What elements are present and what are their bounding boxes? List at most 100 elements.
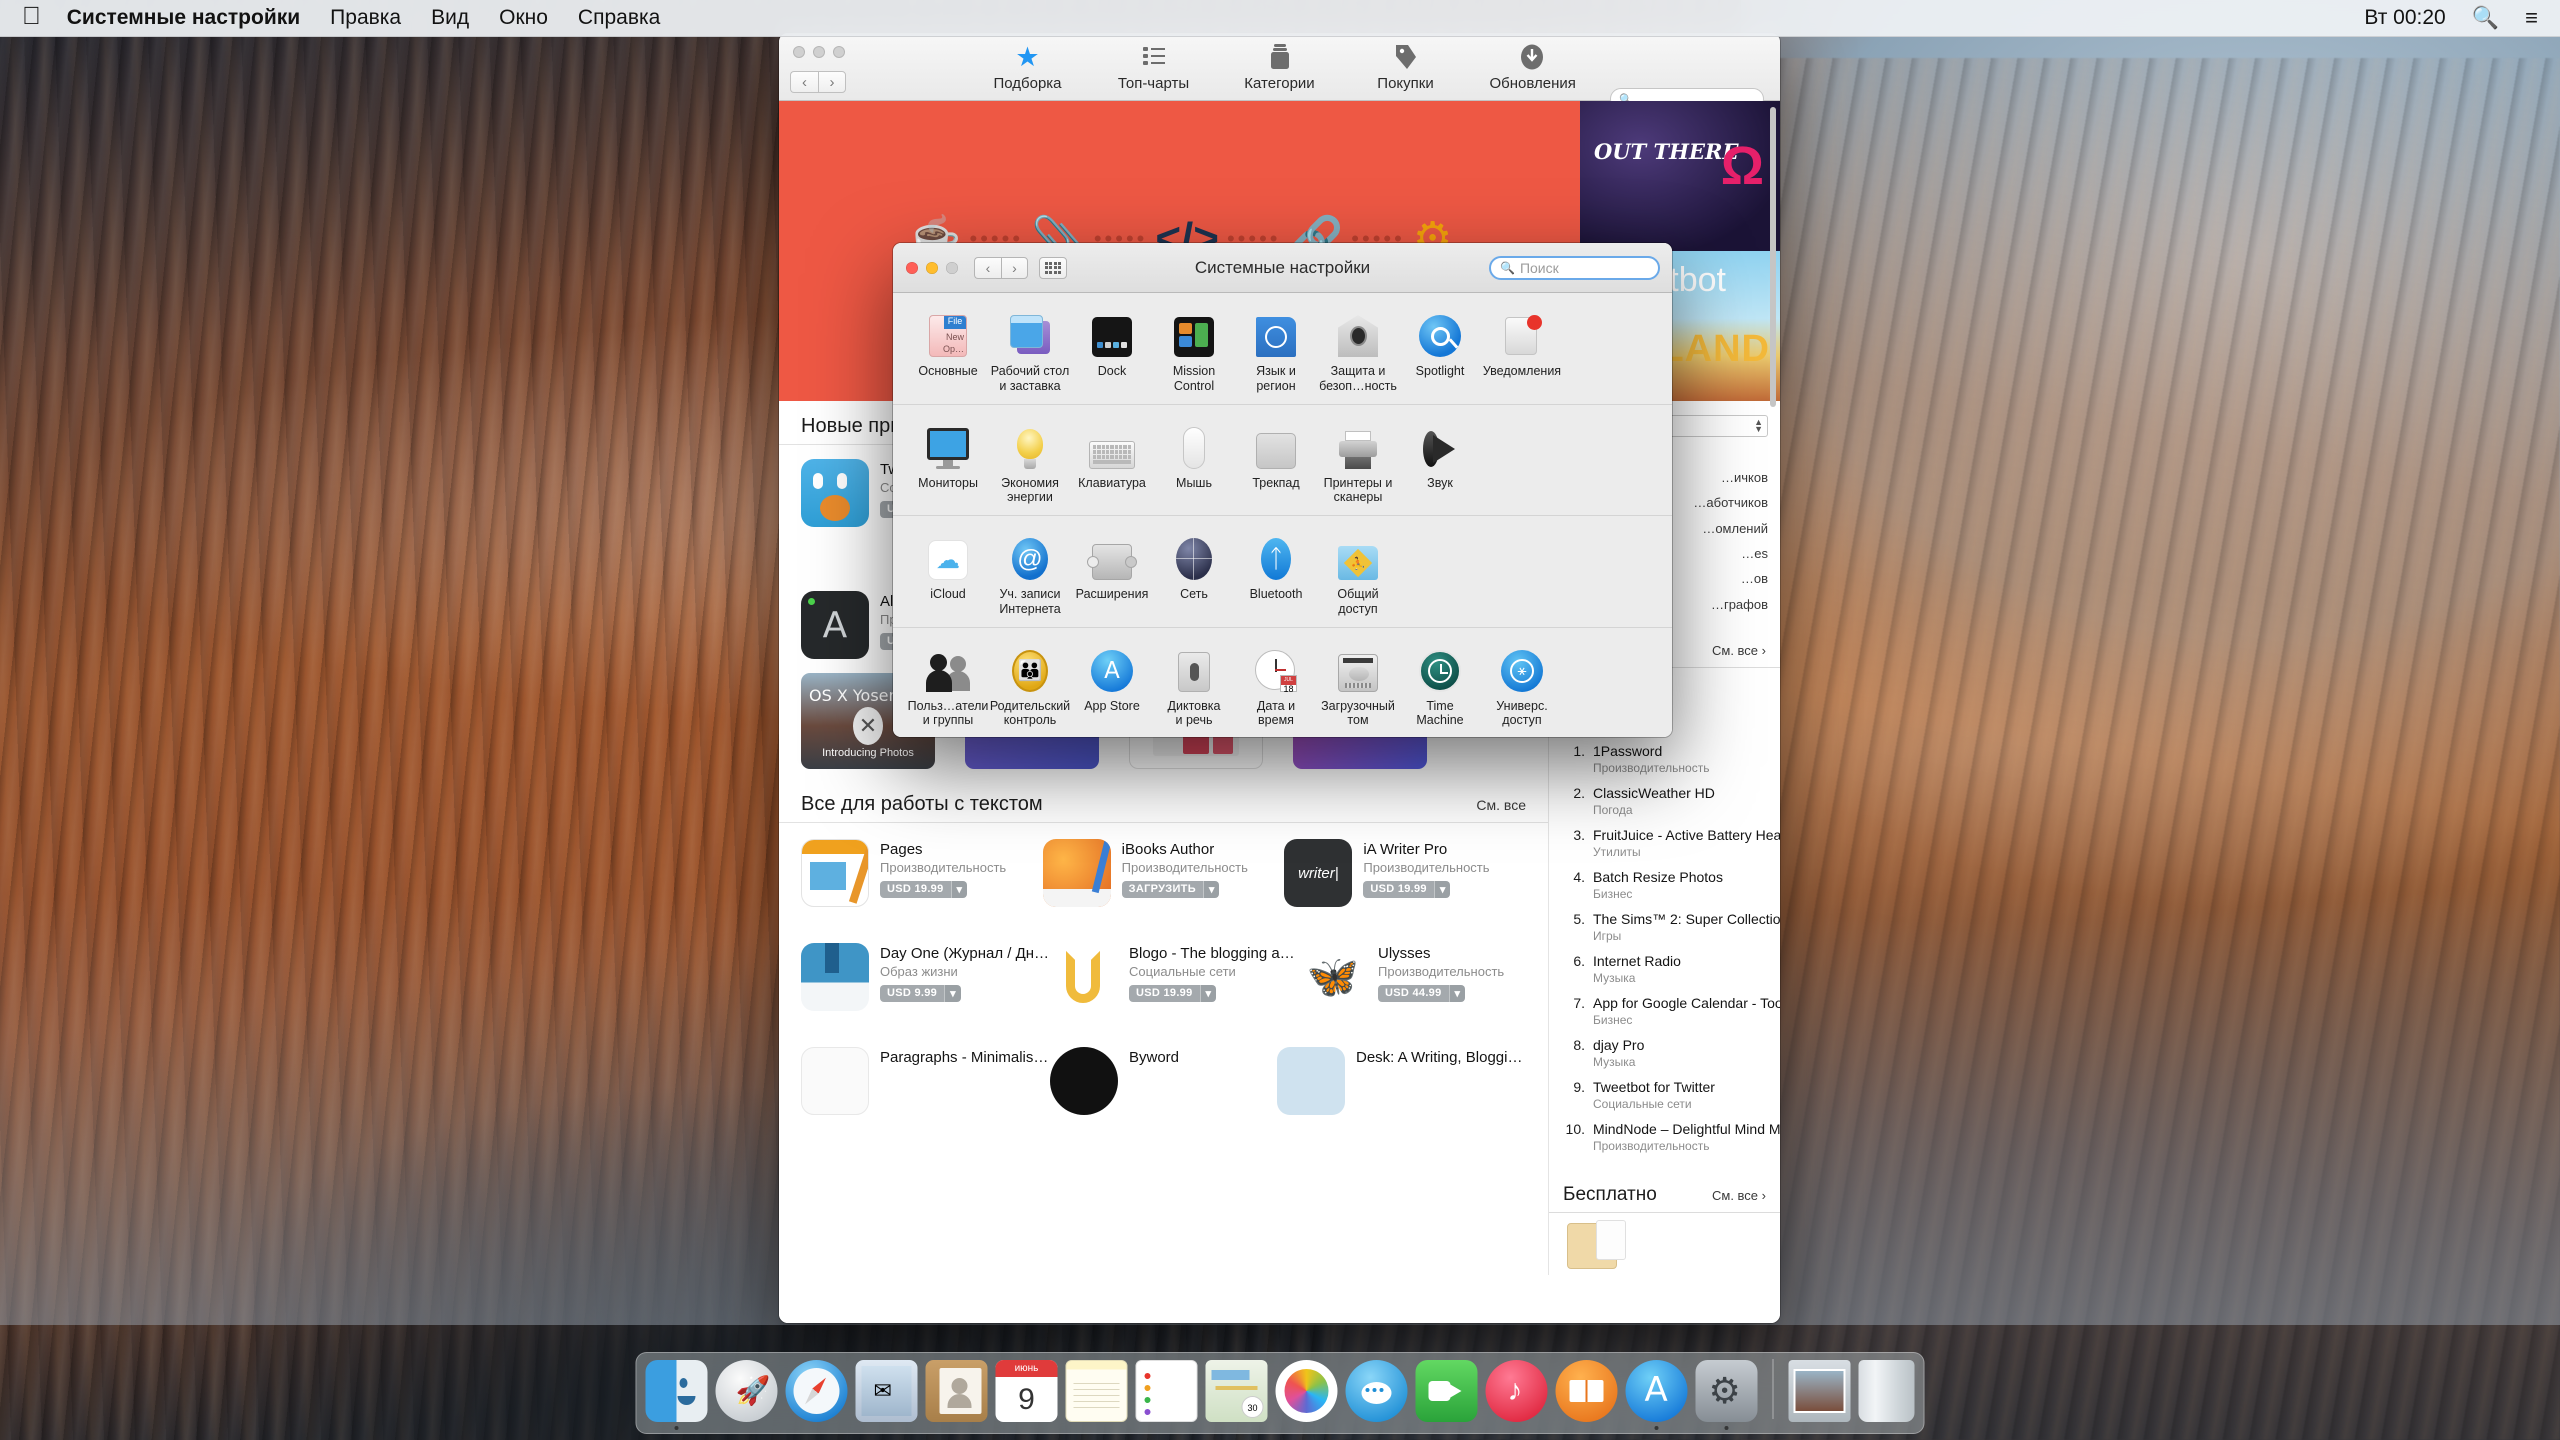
app-cell[interactable]: iBooks Author Производительность ЗАГРУЗИ… — [1042, 839, 1285, 907]
app-cell[interactable]: Pages Производительность USD 19.99 ▾ — [801, 839, 1043, 907]
list-item[interactable]: 9. Tweetbot for Twitter Социальные сети — [1561, 1074, 1768, 1116]
free-chart-see-all[interactable]: См. все › — [1712, 1188, 1766, 1203]
chevron-down-icon[interactable]: ▾ — [1199, 985, 1217, 1002]
grid-view-icon[interactable] — [1039, 256, 1067, 279]
tab-purchases[interactable]: Покупки — [1364, 41, 1448, 92]
app-cell[interactable]: Day One (Журнал / Дне... Образ жизни USD… — [801, 943, 1050, 1011]
chevron-down-icon[interactable]: ▾ — [1448, 985, 1466, 1002]
dock[interactable]: 🚀 ✉ июнь 9 30 ♪ A ⚙ — [635, 1352, 1925, 1434]
app-cell[interactable]: Desk: A Writing, Bloggin... — [1277, 1047, 1526, 1115]
pref-pane-internet-accounts[interactable]: @ Уч. записи Интернета — [989, 532, 1071, 617]
pref-pane-dock[interactable]: Dock — [1071, 309, 1153, 394]
system-preferences-icon[interactable]: ⚙ — [1695, 1360, 1758, 1430]
app-store-scrollbar[interactable] — [1767, 101, 1779, 1323]
facetime-icon[interactable] — [1415, 1360, 1478, 1422]
menu-bar-clock[interactable]: Вт 00:20 — [2364, 6, 2445, 30]
pref-pane-extensions[interactable]: Расширения — [1071, 532, 1153, 617]
app-name[interactable]: MindNode – Delightful Mind M… — [1593, 1121, 1780, 1137]
app-cell[interactable]: 🦋 Ulysses Производительность USD 44.99 ▾ — [1299, 943, 1526, 1011]
pref-pane-accessibility[interactable]: ⚹ Универс. доступ — [1481, 644, 1563, 729]
pref-pane-displays[interactable]: Мониторы — [907, 421, 989, 506]
app-name[interactable]: ClassicWeather HD — [1593, 785, 1715, 801]
chevron-down-icon[interactable]: ▾ — [944, 985, 961, 1002]
pref-pane-notifications[interactable]: Уведомления — [1481, 309, 1563, 394]
finder-icon[interactable] — [645, 1360, 708, 1430]
app-name[interactable]: Tweetbot for Twitter — [1593, 1079, 1715, 1095]
app-name[interactable]: iBooks Author — [1122, 841, 1248, 858]
minimize-button[interactable] — [813, 46, 825, 58]
pref-pane-trackpad[interactable]: Трекпад — [1235, 421, 1317, 506]
mail-icon[interactable]: ✉ — [855, 1360, 918, 1422]
back-button[interactable]: ‹ — [974, 256, 1001, 279]
tab-categories[interactable]: Категории — [1238, 41, 1322, 92]
app-price-button[interactable]: USD 9.99 ▾ — [880, 985, 961, 1002]
app-name[interactable]: Internet Radio — [1593, 953, 1681, 969]
app-name[interactable]: Ulysses — [1378, 945, 1504, 962]
pref-pane-startup-disk[interactable]: Загрузочный том — [1317, 644, 1399, 729]
menu-item-app[interactable]: Системные настройки — [67, 6, 300, 30]
pref-pane-network[interactable]: Сеть — [1153, 532, 1235, 617]
menu-item-window[interactable]: Окно — [499, 6, 548, 30]
pref-pane-printers-scanners[interactable]: Принтеры и сканеры — [1317, 421, 1399, 506]
list-item[interactable]: 3. FruitJuice - Active Battery Heal… Утили… — [1561, 822, 1780, 864]
notes-icon[interactable] — [1065, 1360, 1128, 1422]
window-traffic-lights[interactable] — [906, 261, 958, 274]
pref-pane-language-region[interactable]: Язык и регион — [1235, 309, 1317, 394]
menu-item-edit[interactable]: Правка — [330, 6, 401, 30]
tab-top-charts[interactable]: Топ-чарты — [1112, 41, 1196, 92]
pref-pane-users-groups[interactable]: Польз…атели и группы — [907, 644, 989, 729]
notification-center-icon[interactable]: ≡ — [2525, 5, 2538, 31]
app-price-button[interactable]: USD 19.99 ▾ — [880, 881, 968, 898]
search-icon[interactable]: 🔍 — [2472, 5, 2499, 31]
safari-icon[interactable] — [785, 1360, 848, 1422]
pref-pane-energy-saver[interactable]: Экономия энергии — [989, 421, 1071, 506]
search-input[interactable]: 🔍 Поиск — [1489, 256, 1660, 280]
pref-pane-date-time[interactable]: JUL 18 Дата и время — [1235, 644, 1317, 729]
app-store-dock-icon[interactable]: A — [1625, 1360, 1688, 1430]
calendar-icon[interactable]: июнь 9 — [995, 1360, 1058, 1422]
app-price-button[interactable]: USD 19.99 ▾ — [1363, 881, 1451, 898]
trash-icon[interactable] — [1858, 1360, 1915, 1422]
chevron-down-icon[interactable]: ▾ — [1433, 881, 1451, 898]
list-item[interactable]: 4. Batch Resize Photos Бизнес — [1561, 864, 1768, 906]
pref-pane-mouse[interactable]: Мышь — [1153, 421, 1235, 506]
pref-pane-keyboard[interactable]: Клавиатура — [1071, 421, 1153, 506]
forward-button[interactable]: › — [1001, 256, 1028, 279]
pref-pane-sound[interactable]: Звук — [1399, 421, 1481, 506]
launchpad-icon[interactable]: 🚀 — [715, 1360, 778, 1422]
pref-pane-time-machine[interactable]: Time Machine — [1399, 644, 1481, 729]
app-cell[interactable]: writer| iA Writer Pro Производительность… — [1284, 839, 1526, 907]
pref-pane-desktop-screensaver[interactable]: Рабочий стол и заставка — [989, 309, 1071, 394]
contacts-icon[interactable] — [925, 1360, 988, 1422]
pref-pane-parental-controls[interactable]: 👪 Родительский контроль — [989, 644, 1071, 729]
zoom-button[interactable] — [833, 46, 845, 58]
apple-logo-icon[interactable]:  — [22, 3, 41, 29]
close-button[interactable] — [906, 261, 918, 274]
app-store-traffic-lights[interactable] — [793, 46, 845, 58]
chevron-down-icon[interactable]: ▾ — [1202, 881, 1220, 898]
list-item[interactable]: 10. MindNode – Delightful Mind M… Производ… — [1561, 1116, 1780, 1158]
stepper-arrows-icon[interactable]: ▲ ▼ — [1754, 417, 1763, 433]
pref-pane-mission-control[interactable]: Mission Control — [1153, 309, 1235, 394]
app-name[interactable]: Day One (Журнал / Дне... — [880, 945, 1050, 962]
pref-pane-dictation-speech[interactable]: Диктовка и речь — [1153, 644, 1235, 729]
list-item[interactable]: 1. 1Password Производительность — [1561, 738, 1768, 780]
messages-icon[interactable] — [1345, 1360, 1408, 1422]
banner-out-there[interactable]: OUT THERE Ω — [1580, 101, 1780, 251]
app-name[interactable]: App for Google Calendar - Too… — [1593, 995, 1780, 1011]
pref-pane-app-store[interactable]: A App Store — [1071, 644, 1153, 729]
downloads-stack-icon[interactable] — [1788, 1360, 1851, 1422]
app-price-button[interactable]: USD 19.99 ▾ — [1129, 985, 1217, 1002]
list-item[interactable]: 8. djay Pro Музыка — [1561, 1032, 1768, 1074]
back-button[interactable]: ‹ — [790, 71, 818, 93]
text-section-see-all[interactable]: См. все — [1476, 797, 1526, 813]
chevron-down-icon[interactable]: ▾ — [950, 881, 968, 898]
list-item[interactable]: 7. App for Google Calendar - Too… Бизнес — [1561, 990, 1780, 1032]
app-cell[interactable]: Blogo - The blogging app... Социальные с… — [1050, 943, 1299, 1011]
list-item[interactable]: 5. The Sims™ 2: Super Collection Игры — [1561, 906, 1780, 948]
free-chart-hero-icon[interactable] — [1549, 1213, 1780, 1275]
app-name[interactable]: Desk: A Writing, Bloggin... — [1356, 1049, 1526, 1066]
app-store-nav-buttons[interactable]: ‹ › — [790, 71, 846, 93]
menu-item-view[interactable]: Вид — [431, 6, 469, 30]
pref-pane-icloud[interactable]: ☁ iCloud — [907, 532, 989, 617]
